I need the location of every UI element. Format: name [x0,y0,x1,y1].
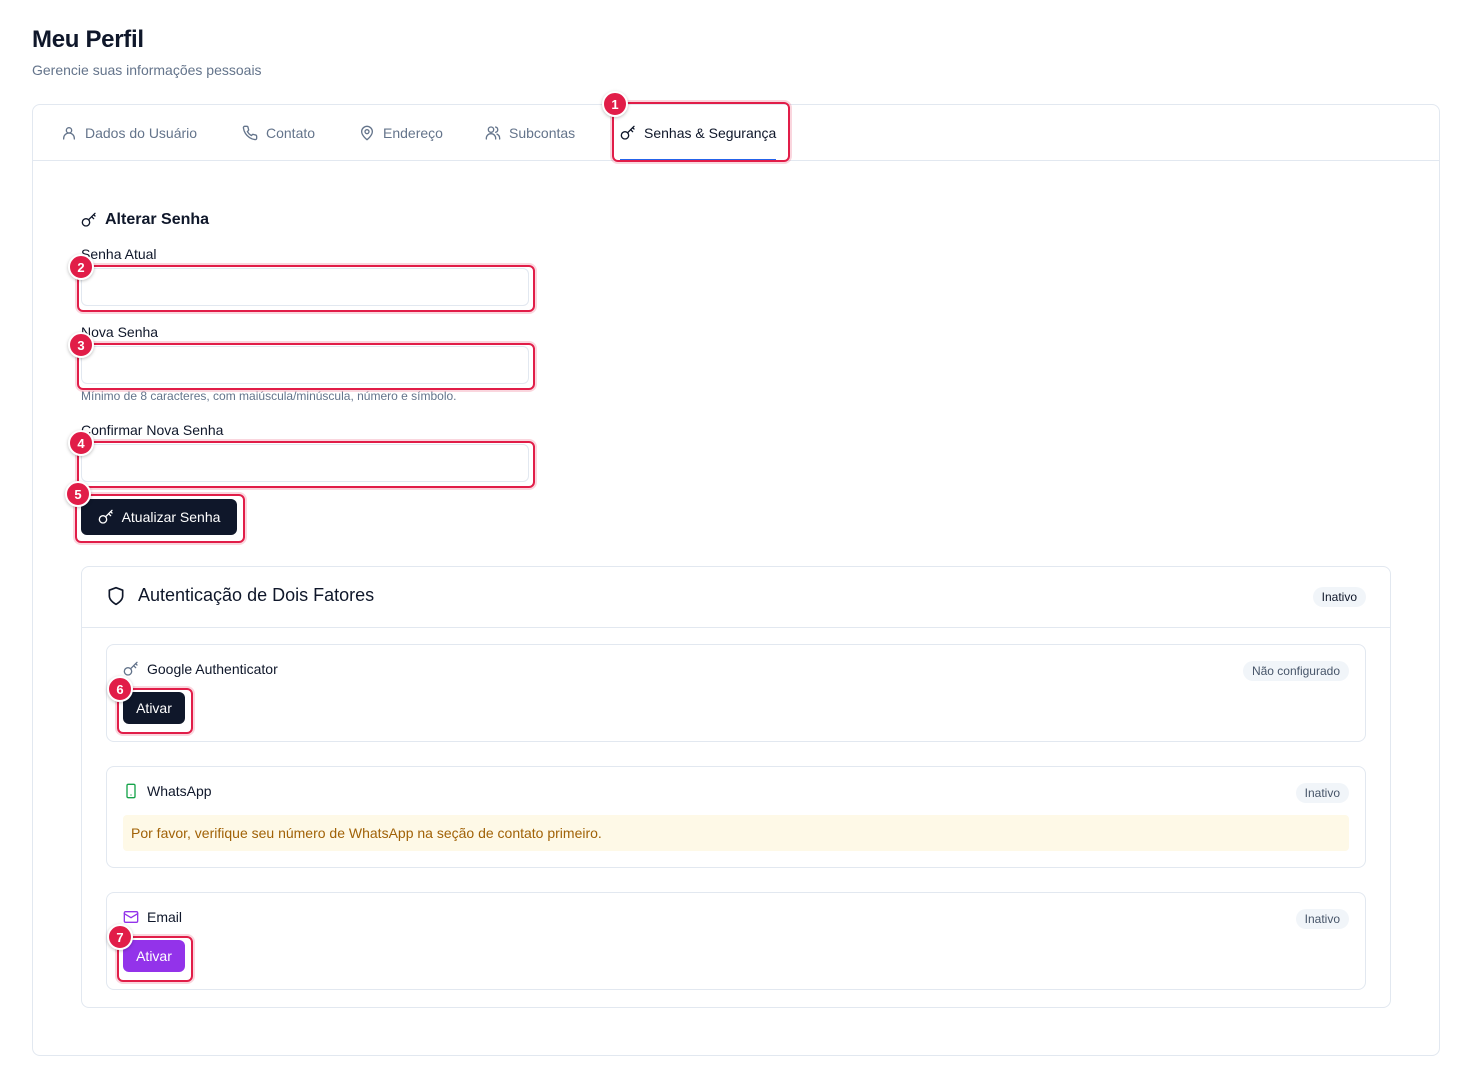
two-factor-title-text: Autenticação de Dois Fatores [138,585,375,605]
current-password-label: Senha Atual [81,246,157,262]
key-icon [98,509,113,524]
two-factor-title: Autenticação de Dois Fatores [106,585,374,606]
activate-google-authenticator-button[interactable]: Ativar [123,692,185,724]
tab-contact[interactable]: Contato [242,105,315,160]
current-password-input[interactable] [81,268,529,306]
method-status-badge: Inativo [1295,783,1349,803]
change-password-title: Alterar Senha [81,211,209,229]
method-whatsapp: WhatsApp Inativo Por favor, verifique se… [106,766,1366,868]
page-title: Meu Perfil [32,26,144,53]
method-status-badge: Inativo [1295,909,1349,929]
new-password-label: Nova Senha [81,324,159,340]
smartphone-icon [126,783,136,799]
whatsapp-warning: Por favor, verifique seu número de Whats… [123,815,1349,851]
two-factor-status-badge: Inativo [1312,587,1366,607]
update-password-button[interactable]: Atualizar Senha [81,499,237,535]
confirm-password-input[interactable] [81,444,529,482]
method-google-authenticator: Google Authenticator Não configurado Ati… [106,644,1366,742]
annotation-marker: 3 [68,332,94,358]
profile-card: Dados do Usuário Contato Endereço Subcon… [32,104,1440,1056]
confirm-password-label: Confirmar Nova Senha [81,422,224,438]
key-icon [123,661,138,676]
method-name: WhatsApp [147,783,212,799]
tab-label: Subcontas [509,124,576,141]
phone-icon [242,125,258,140]
annotation-marker: 7 [107,924,133,950]
annotation-marker: 6 [107,676,133,702]
method-title: Google Authenticator [123,661,278,677]
activate-label: Ativar [136,948,172,964]
annotation-marker: 4 [68,430,94,456]
tab-label: Dados do Usuário [85,124,198,141]
method-name: Google Authenticator [147,661,278,677]
users-icon [485,125,501,140]
tab-label: Senhas & Segurança [644,124,777,141]
tab-user-data[interactable]: Dados do Usuário [61,105,197,160]
new-password-hint: Mínimo de 8 caracteres, com maiúscula/mi… [81,389,457,403]
tab-bar: Dados do Usuário Contato Endereço Subcon… [33,105,1439,161]
tab-address[interactable]: Endereço [359,105,443,160]
new-password-input[interactable] [81,346,529,384]
activate-label: Ativar [136,700,172,716]
method-title: Email [123,909,182,925]
user-icon [63,126,75,140]
shield-icon [108,586,124,605]
two-factor-card: Autenticação de Dois Fatores Inativo Goo… [81,566,1391,1008]
tab-label: Endereço [383,124,443,141]
map-pin-icon [361,125,373,140]
method-status-badge: Não configurado [1242,661,1349,681]
tab-passwords-security[interactable]: Senhas & Segurança [620,105,777,161]
mail-icon [123,911,139,923]
method-title: WhatsApp [123,783,212,799]
method-email: Email Inativo Ativar [106,892,1366,990]
update-password-label: Atualizar Senha [121,509,221,525]
tab-subaccounts[interactable]: Subcontas [485,105,575,160]
annotation-marker: 1 [602,91,628,117]
tab-label: Contato [266,124,316,141]
method-name: Email [147,909,183,925]
key-icon [620,125,635,140]
annotation-marker: 5 [65,481,91,507]
annotation-marker: 2 [68,254,94,280]
key-icon [81,212,96,227]
page-subtitle: Gerencie suas informações pessoais [32,62,262,78]
two-factor-header: Autenticação de Dois Fatores Inativo [82,567,1390,628]
activate-email-button[interactable]: Ativar [123,940,185,972]
section-title-text: Alterar Senha [105,211,210,228]
